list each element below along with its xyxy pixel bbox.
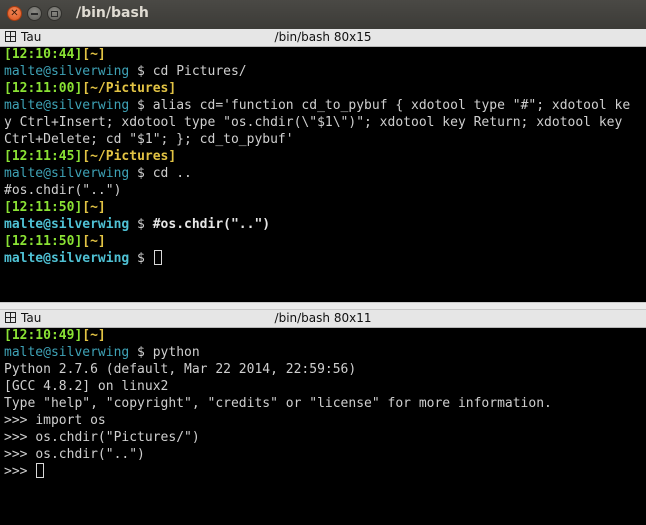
prompt-path: [~] — [82, 200, 106, 215]
prompt-user: malte@silverwing — [4, 345, 130, 360]
minimize-icon[interactable] — [27, 6, 42, 21]
output-text: Type "help", "copyright", "credits" or "… — [4, 396, 552, 411]
prompt-symbol: $ — [129, 251, 153, 266]
prompt-user: malte@silverwing — [4, 64, 130, 79]
terminal-line: [12:11:50][~] — [4, 199, 644, 216]
terminal-line: >>> os.chdir("Pictures/") — [4, 429, 644, 446]
prompt-symbol: $ — [129, 64, 153, 79]
command-text: import os — [35, 413, 106, 428]
terminal-window: ✕ /bin/bash Tau /bin/bash 80x15 [12:10:4… — [0, 0, 646, 525]
bottom-pane-header[interactable]: Tau /bin/bash 80x11 — [0, 310, 646, 328]
close-icon[interactable]: ✕ — [7, 6, 22, 21]
prompt-time: [12:11:50] — [4, 200, 83, 215]
prompt-time: [12:11:45] — [4, 149, 83, 164]
terminal-line: malte@silverwing $ python — [4, 344, 644, 361]
python-prompt: >>> — [4, 430, 36, 445]
terminal-line: [12:11:50][~] — [4, 233, 644, 250]
prompt-user: malte@silverwing — [4, 98, 130, 113]
bottom-terminal-output[interactable]: [12:10:49][~] malte@silverwing $ python Py… — [4, 327, 644, 480]
prompt-symbol: $ — [129, 345, 153, 360]
prompt-symbol: $ — [129, 217, 153, 232]
prompt-symbol: $ — [129, 166, 153, 181]
output-text: Ctrl+Delete; cd "$1"; }; cd_to_pybuf' — [4, 132, 294, 147]
pane-divider[interactable] — [0, 302, 646, 310]
window-title: /bin/bash — [76, 5, 149, 21]
prompt-time: [12:11:00] — [4, 81, 83, 96]
terminal-line: >>> os.chdir("..") — [4, 446, 644, 463]
maximize-icon[interactable] — [47, 6, 62, 21]
prompt-path: [~] — [82, 234, 106, 249]
command-text: os.chdir("Pictures/") — [35, 430, 200, 445]
prompt-time: [12:11:50] — [4, 234, 83, 249]
terminal-line: [12:11:45][~/Pictures] — [4, 148, 644, 165]
prompt-user: malte@silverwing — [4, 166, 130, 181]
prompt-user: malte@silverwing — [4, 251, 130, 266]
terminal-line: Python 2.7.6 (default, Mar 22 2014, 22:5… — [4, 361, 644, 378]
prompt-path: [~] — [82, 328, 106, 343]
prompt-symbol: $ — [129, 98, 153, 113]
terminal-line: Type "help", "copyright", "credits" or "… — [4, 395, 644, 412]
terminal-line: [12:11:00][~/Pictures] — [4, 80, 644, 97]
prompt-time: [12:10:44] — [4, 47, 83, 62]
terminal-line: [GCC 4.8.2] on linux2 — [4, 378, 644, 395]
top-terminal-output[interactable]: [12:10:44][~] malte@silverwing $ cd Pictu… — [4, 46, 644, 267]
command-text: python — [152, 345, 200, 360]
terminal-line: #os.chdir("..") — [4, 182, 644, 199]
output-text: Python 2.7.6 (default, Mar 22 2014, 22:5… — [4, 362, 357, 377]
text-cursor — [36, 463, 45, 478]
terminal-line: malte@silverwing $ — [4, 250, 644, 267]
terminal-line: y Ctrl+Insert; xdotool type "os.chdir(\"… — [4, 114, 644, 131]
output-text: #os.chdir("..") — [4, 183, 122, 198]
terminal-line: malte@silverwing $ cd .. — [4, 165, 644, 182]
prompt-user: malte@silverwing — [4, 217, 130, 232]
terminal-line: >>> — [4, 463, 644, 480]
output-text: [GCC 4.8.2] on linux2 — [4, 379, 169, 394]
python-prompt: >>> — [4, 447, 36, 462]
output-text: y Ctrl+Insert; xdotool type "os.chdir(\"… — [4, 115, 623, 130]
terminal-line: malte@silverwing $ alias cd='function cd… — [4, 97, 644, 114]
top-pane-title: /bin/bash 80x15 — [274, 30, 372, 44]
command-text: #os.chdir("..") — [152, 217, 271, 232]
bottom-pane-title: /bin/bash 80x11 — [274, 311, 372, 325]
python-prompt: >>> — [4, 413, 36, 428]
command-text: alias cd='function cd_to_pybuf { xdotool… — [152, 98, 631, 113]
prompt-path: [~] — [82, 47, 106, 62]
prompt-path: [~/Pictures] — [82, 81, 177, 96]
terminal-line: [12:10:44][~] — [4, 46, 644, 63]
terminal-line: [12:10:49][~] — [4, 327, 644, 344]
terminal-line: Ctrl+Delete; cd "$1"; }; cd_to_pybuf' — [4, 131, 644, 148]
text-cursor — [153, 250, 162, 265]
terminal-line: malte@silverwing $ cd Pictures/ — [4, 63, 644, 80]
command-text: os.chdir("..") — [35, 447, 145, 462]
terminal-line: >>> import os — [4, 412, 644, 429]
python-prompt: >>> — [4, 464, 36, 479]
command-text: cd Pictures/ — [152, 64, 247, 79]
command-text: cd .. — [152, 166, 192, 181]
terminal-line: malte@silverwing $ #os.chdir("..") — [4, 216, 644, 233]
prompt-path: [~/Pictures] — [82, 149, 177, 164]
title-bar[interactable]: ✕ /bin/bash — [0, 0, 646, 30]
top-pane-header[interactable]: Tau /bin/bash 80x15 — [0, 29, 646, 47]
prompt-time: [12:10:49] — [4, 328, 83, 343]
